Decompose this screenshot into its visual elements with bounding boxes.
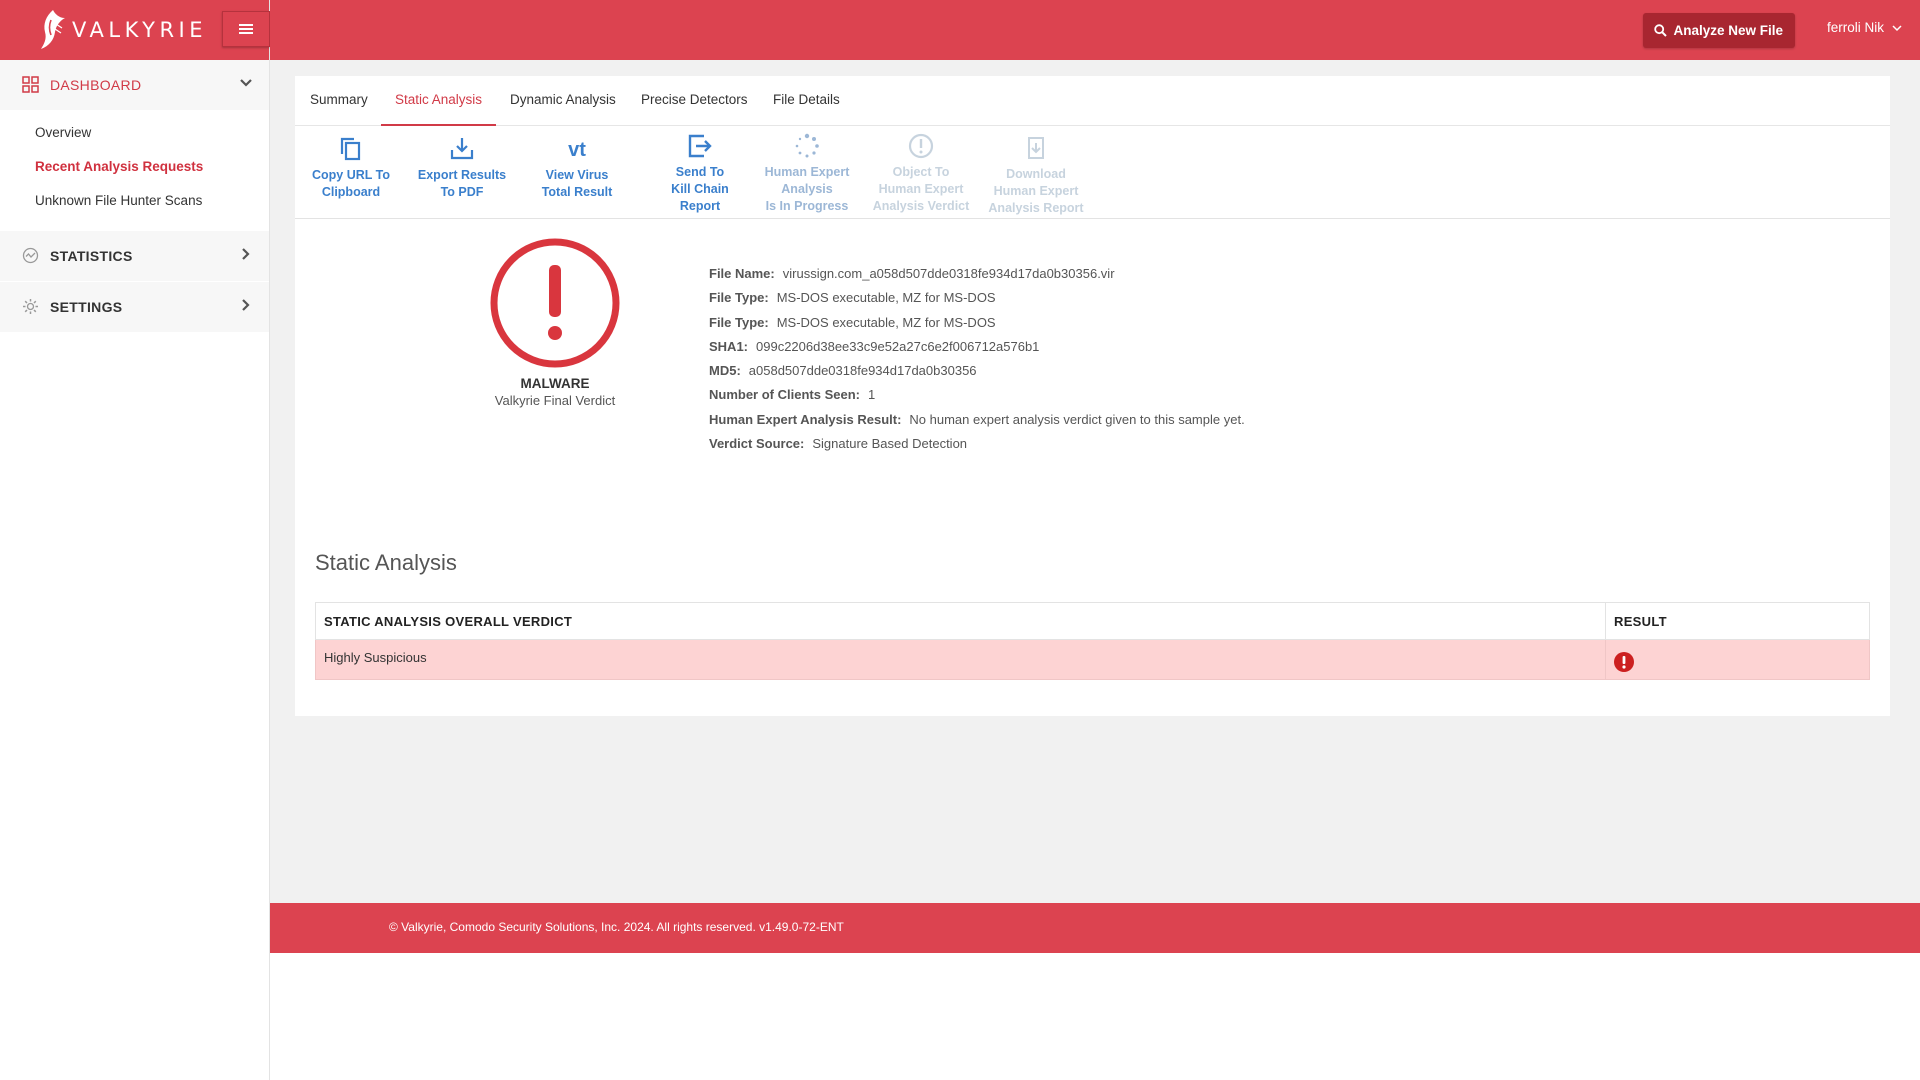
info-row-md5: MD5: a058d507dde0318fe934d17da0b30356 [709, 363, 977, 379]
gear-icon [23, 299, 38, 314]
file-info: File Name: virussign.com_a058d507dde0318f… [709, 266, 1245, 460]
dashboard-submenu: Overview Recent Analysis Requests Unknow… [0, 110, 269, 231]
tab-summary[interactable]: Summary [310, 76, 368, 124]
export-pdf-button[interactable]: Export Results To PDF [407, 135, 517, 201]
hamburger-icon [239, 24, 253, 34]
result-cell [1605, 639, 1870, 680]
object-human-verdict-button[interactable]: Object To Human Expert Analysis Verdict [866, 132, 976, 215]
table-row: Highly Suspicious [315, 639, 1870, 680]
sidebar-group-label: SETTINGS [50, 299, 123, 315]
info-row-sha1: SHA1: 099c2206d38ee33c9e52a27c6e2f006712a… [709, 338, 1040, 354]
download-report-icon [1028, 137, 1044, 159]
view-virustotal-button[interactable]: vt View Virus Total Result [522, 135, 632, 201]
sidebar-group-statistics[interactable]: STATISTICS [0, 231, 269, 281]
footer: © Valkyrie, Comodo Security Solutions, I… [270, 903, 1920, 953]
column-header: STATIC ANALYSIS OVERALL VERDICT [315, 602, 1606, 640]
static-analysis-table: STATIC ANALYSIS OVERALL VERDICT RESULT H… [315, 602, 1870, 680]
section-title: Static Analysis [315, 550, 457, 575]
brand-name: VALKYRIE [72, 18, 207, 42]
download-icon [450, 138, 474, 160]
gauge-icon [22, 247, 39, 264]
chevron-down-icon [240, 79, 252, 87]
verdict-label: MALWARE [520, 376, 590, 391]
info-row-verdict-source: Verdict Source: Signature Based Detection [709, 436, 968, 452]
final-verdict: MALWARE Valkyrie Final Verdict [435, 236, 675, 408]
brand-bar: VALKYRIE [0, 0, 270, 60]
top-bar: Analyze New File ferroli Nik [270, 0, 1920, 60]
info-row-file-name: File Name: virussign.com_a058d507dde0318f… [709, 266, 1115, 281]
chevron-down-icon [1892, 24, 1902, 31]
copyright-text: © Valkyrie, Comodo Security Solutions, I… [389, 920, 844, 934]
analyze-new-file-label: Analyze New File [1673, 23, 1783, 38]
sidebar-group-label: DASHBOARD [50, 77, 142, 93]
chevron-right-icon [242, 248, 250, 260]
user-name: ferroli Nik [1826, 20, 1884, 35]
main-content: Summary Static Analysis Dynamic Analysis… [270, 60, 1920, 903]
sidebar-item-overview[interactable]: Overview [0, 115, 269, 149]
copy-icon [340, 137, 361, 161]
chevron-right-icon [242, 299, 250, 311]
verdict-subtitle: Valkyrie Final Verdict [494, 393, 616, 408]
valkyrie-logo-icon [41, 10, 65, 49]
download-human-report-button[interactable]: Download Human Expert Analysis Report [981, 134, 1091, 217]
exclamation-circle-icon [490, 238, 620, 368]
send-arrow-icon [688, 134, 712, 158]
sidebar-group-settings[interactable]: SETTINGS [0, 281, 269, 332]
tab-file-details[interactable]: File Details [773, 76, 840, 124]
spinner-icon [795, 133, 819, 158]
exclamation-circle-icon [1614, 652, 1634, 672]
tab-static-analysis[interactable]: Static Analysis [381, 76, 497, 126]
info-row-file-type: File Type: MS-DOS executable, MZ for MS-D… [709, 290, 996, 306]
verdict-cell: Highly Suspicious [315, 639, 1606, 680]
sidebar-item-recent-analysis-requests[interactable]: Recent Analysis Requests [0, 149, 269, 183]
tab-dynamic-analysis[interactable]: Dynamic Analysis [510, 76, 616, 124]
tab-precise-detectors[interactable]: Precise Detectors [641, 76, 748, 124]
virustotal-icon: vt [568, 139, 586, 161]
user-menu[interactable]: ferroli Nik [1827, 20, 1902, 35]
sidebar-group-label: STATISTICS [50, 248, 133, 264]
column-header: RESULT [1605, 602, 1870, 640]
valkyrie-logo[interactable]: VALKYRIE [38, 8, 207, 52]
table-header-row: STATIC ANALYSIS OVERALL VERDICT RESULT [315, 602, 1870, 640]
action-toolbar: Copy URL To Clipboard Export Results To PD… [295, 126, 1890, 219]
info-row-human-expert-result: Human Expert Analysis Result: No human ex… [709, 411, 1245, 427]
analysis-panel: Summary Static Analysis Dynamic Analysis… [295, 76, 1890, 716]
info-row-clients-seen: Number of Clients Seen: 1 [709, 387, 876, 403]
tab-bar: Summary Static Analysis Dynamic Analysis… [295, 76, 1890, 126]
human-expert-analysis-in-progress: Human Expert Analysis Is In Progress [752, 132, 862, 215]
sidebar-item-unknown-file-hunter-scans[interactable]: Unknown File Hunter Scans [0, 183, 269, 217]
info-row-file-type: File Type: MS-DOS executable, MZ for MS-D… [709, 314, 996, 330]
menu-toggle-button[interactable] [222, 11, 270, 47]
analyze-new-file-button[interactable]: Analyze New File [1643, 13, 1795, 48]
copy-url-button[interactable]: Copy URL To Clipboard [296, 135, 406, 201]
svg-text:vt: vt [568, 139, 586, 161]
sidebar-group-dashboard[interactable]: DASHBOARD [0, 60, 269, 110]
sidebar: VALKYRIE DASHBOARD Overview Recent Analy… [0, 0, 270, 1080]
search-icon [1654, 24, 1668, 37]
grid-icon [22, 76, 39, 93]
exclamation-circle-icon [908, 133, 934, 159]
send-kill-chain-button[interactable]: Send To Kill Chain Report [645, 132, 755, 215]
